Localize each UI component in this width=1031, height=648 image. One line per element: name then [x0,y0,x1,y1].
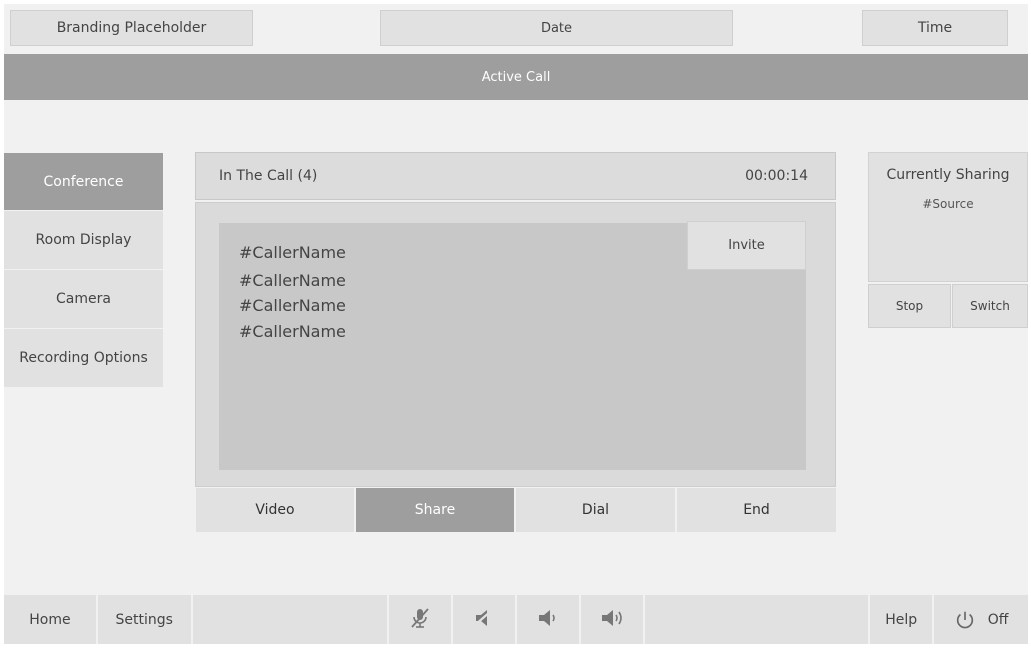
call-timer: 00:00:14 [745,168,808,184]
sidebar-item-recording-options[interactable]: Recording Options [4,329,163,388]
caller-name: #CallerName [239,271,346,290]
footer-spacer [644,595,871,644]
power-off-button[interactable]: Off [934,595,1028,644]
call-panel-header: In The Call (4) 00:00:14 [195,152,836,200]
caller-name: #CallerName [239,296,346,315]
stop-label: Stop [895,299,924,313]
date-display: Date [380,10,733,46]
sidebar-item-conference[interactable]: Conference [4,153,163,211]
call-title: In The Call (4) [219,168,318,184]
page-title-bar: Active Call [4,54,1028,100]
call-panel-body: #CallerName #CallerName #CallerName #Cal… [195,202,836,487]
tab-video[interactable]: Video [196,488,356,532]
switch-label: Switch [970,299,1010,313]
volume-mute-icon [471,605,497,635]
stop-sharing-button[interactable]: Stop [868,284,951,328]
invite-button[interactable]: Invite [687,221,806,270]
tab-label: Dial [581,502,610,518]
footer-bar: Home Settings Help Off [4,595,1028,644]
help-button[interactable]: Help [870,595,935,644]
tab-end[interactable]: End [677,488,836,532]
home-label: Home [29,611,71,628]
volume-up-button[interactable] [580,595,645,644]
branding-label: Branding Placeholder [56,20,207,36]
date-label: Date [540,20,573,36]
volume-down-button[interactable] [516,595,581,644]
sidebar-item-camera[interactable]: Camera [4,270,163,329]
page-title: Active Call [481,69,551,85]
home-button[interactable]: Home [4,595,98,644]
sidebar-item-room-display[interactable]: Room Display [4,211,163,270]
tab-label: Video [255,502,295,518]
mic-mute-icon [407,605,433,635]
footer-spacer [192,595,390,644]
time-display: Time [862,10,1008,46]
mic-mute-button[interactable] [389,595,454,644]
sidebar-item-label: Room Display [35,232,132,248]
caller-name: #CallerName [239,322,346,341]
sharing-panel: Currently Sharing #Source [868,152,1028,282]
settings-label: Settings [115,611,173,628]
power-icon [954,609,976,631]
volume-mute-button[interactable] [453,595,517,644]
volume-up-icon [599,605,625,635]
sidebar-item-label: Camera [56,291,111,307]
app-frame: Branding Placeholder Date Time Active Ca… [4,4,1028,644]
sidebar-item-label: Recording Options [19,350,148,366]
branding-placeholder: Branding Placeholder [10,10,253,46]
help-label: Help [885,611,918,628]
tab-dial[interactable]: Dial [516,488,677,532]
sharing-title: Currently Sharing [886,167,1010,183]
off-label: Off [987,611,1009,628]
tab-label: Share [414,502,456,518]
settings-button[interactable]: Settings [97,595,193,644]
tab-share[interactable]: Share [356,488,516,532]
call-tabs: Video Share Dial End [196,488,836,532]
time-label: Time [917,20,953,36]
sidebar: Conference Room Display Camera Recording… [4,153,163,388]
sharing-source: #Source [922,197,974,211]
sidebar-item-label: Conference [43,173,124,190]
switch-source-button[interactable]: Switch [952,284,1028,328]
invite-label: Invite [728,238,765,253]
volume-down-icon [535,605,561,635]
caller-name: #CallerName [239,243,346,262]
tab-label: End [743,502,770,518]
